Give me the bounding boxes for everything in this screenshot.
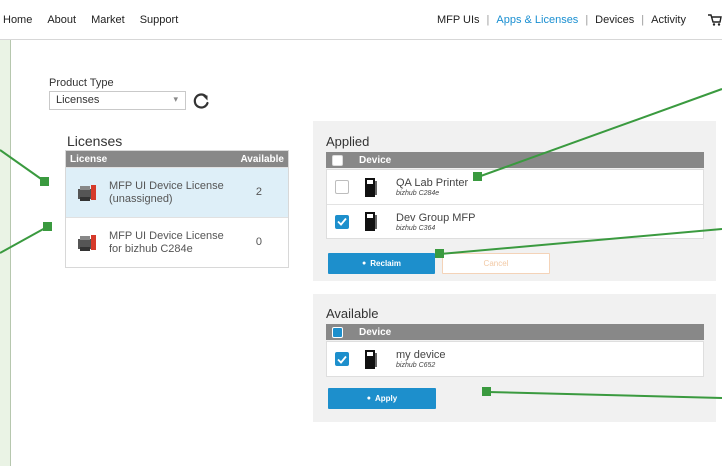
apply-button[interactable]: ● Apply	[328, 388, 436, 409]
available-column-header: Available	[240, 153, 284, 165]
device-model: bizhub C652	[396, 362, 436, 369]
product-type-value: Licenses	[56, 94, 100, 106]
device-column-header: Device	[359, 326, 392, 338]
nav-right: MFP UIs | Apps & Licenses | Devices | Ac…	[437, 0, 686, 40]
device-name: Dev Group MFP	[396, 211, 476, 224]
device-row[interactable]: QA Lab Printer bizhub C284e	[327, 170, 703, 204]
apply-label: Apply	[375, 394, 398, 403]
chevron-down-icon: ▾	[173, 94, 178, 104]
nav-devices-link[interactable]: Devices	[595, 14, 634, 26]
available-panel: Available Device my device bizhub C652 ●…	[313, 294, 716, 422]
nav-home-link[interactable]: Home	[3, 14, 32, 26]
license-column-header: License	[70, 153, 108, 165]
license-row[interactable]: MFP UI Device License for bizhub C284e 0	[66, 217, 288, 267]
minus-circle-icon: ●	[362, 260, 367, 267]
cart-icon[interactable]	[708, 14, 722, 26]
device-row[interactable]: Dev Group MFP bizhub C364	[327, 204, 703, 238]
nav-apps-licenses-link[interactable]: Apps & Licenses	[496, 14, 578, 26]
nav-left: Home About Market Support	[0, 0, 193, 40]
device-text: Dev Group MFP bizhub C364	[396, 212, 475, 232]
device-checkbox[interactable]	[335, 180, 349, 194]
device-model: bizhub C284e	[396, 190, 440, 197]
license-printer-icon	[78, 184, 96, 201]
nav-separator: |	[585, 14, 589, 26]
cancel-label: Cancel	[483, 259, 509, 268]
applied-panel: Applied Device QA Lab Printer bizhub C28…	[313, 121, 716, 281]
device-text: QA Lab Printer bizhub C284e	[396, 177, 468, 197]
device-checkbox[interactable]	[335, 352, 349, 366]
top-nav: Home About Market Support MFP UIs | Apps…	[0, 0, 722, 40]
available-device-list: my device bizhub C652	[326, 341, 704, 377]
device-name: QA Lab Printer	[396, 177, 469, 189]
select-all-checkbox[interactable]	[332, 154, 343, 166]
nav-about-link[interactable]: About	[47, 14, 76, 26]
nav-support-link[interactable]: Support	[140, 14, 179, 26]
license-printer-icon	[78, 234, 96, 251]
license-available-count: 2	[255, 186, 262, 198]
licenses-title: Licenses	[67, 133, 123, 149]
applied-device-header: Device	[326, 152, 704, 168]
printer-icon	[365, 349, 377, 369]
license-available-count: 0	[255, 236, 262, 248]
printer-icon	[365, 177, 377, 197]
license-name: MFP UI Device License for bizhub C284e	[109, 229, 224, 255]
nav-activity-link[interactable]: Activity	[651, 14, 686, 26]
available-device-header: Device	[326, 324, 704, 340]
reclaim-button[interactable]: ● Reclaim	[328, 253, 435, 274]
licenses-header: License Available	[66, 151, 288, 167]
device-text: my device bizhub C652	[396, 349, 446, 369]
available-title: Available	[326, 306, 379, 321]
license-row[interactable]: MFP UI Device License (unassigned) 2	[66, 167, 288, 217]
printer-icon	[365, 212, 377, 231]
device-name: my device	[396, 349, 446, 361]
nav-market-link[interactable]: Market	[91, 14, 125, 26]
check-icon	[337, 355, 347, 364]
refresh-icon[interactable]	[191, 91, 211, 111]
plus-circle-icon: ●	[366, 395, 371, 402]
reclaim-label: Reclaim	[370, 259, 401, 268]
device-model: bizhub C364	[396, 224, 436, 232]
product-type-label: Product Type	[49, 77, 114, 89]
device-checkbox[interactable]	[335, 214, 349, 229]
product-type-select[interactable]: Licenses ▾	[49, 91, 186, 110]
nav-separator: |	[641, 14, 645, 26]
applied-device-list: QA Lab Printer bizhub C284e Dev Group MF…	[326, 169, 704, 239]
device-row[interactable]: my device bizhub C652	[327, 342, 703, 376]
licenses-table: License Available MFP UI Device License …	[65, 150, 289, 268]
nav-mfp-uis-link[interactable]: MFP UIs	[437, 14, 480, 26]
cancel-button[interactable]: Cancel	[442, 253, 550, 274]
device-column-header: Device	[359, 154, 392, 166]
license-name: MFP UI Device License (unassigned)	[109, 179, 224, 205]
select-all-checkbox[interactable]	[332, 326, 343, 338]
check-icon	[337, 217, 347, 226]
applied-title: Applied	[326, 134, 370, 149]
nav-separator: |	[486, 14, 490, 26]
